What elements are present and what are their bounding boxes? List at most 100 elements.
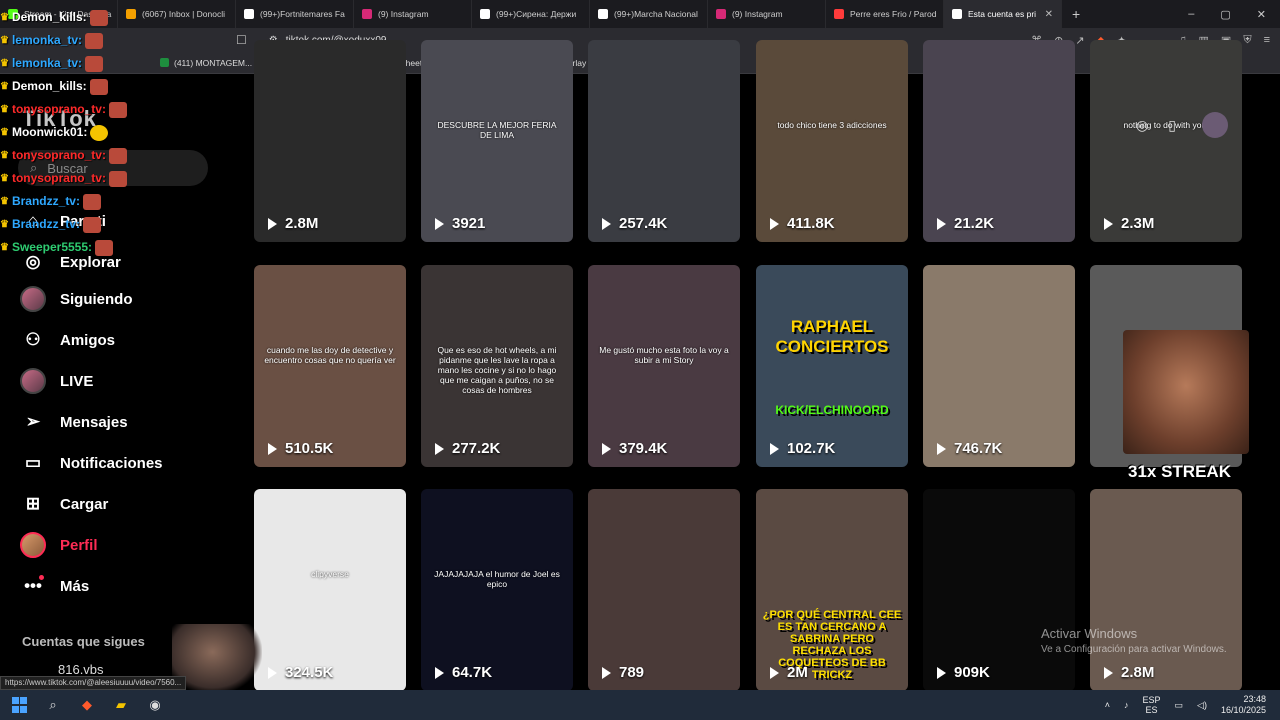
video-tag-text: KICK/ELCHINOORD [775, 403, 889, 417]
chat-username: Brandzz_tv: [11, 217, 80, 231]
chat-username: Moonwick01: [11, 125, 88, 139]
menu-icon[interactable]: ≡ [1264, 34, 1270, 47]
tray-chevron-icon[interactable]: ˄ [1105, 700, 1110, 710]
taskbar-search-icon[interactable]: ⌕ [44, 696, 62, 714]
video-card[interactable]: Que es eso de hot wheels, a mi pidanme q… [421, 265, 573, 467]
vpn-icon[interactable]: ⛨ [1243, 34, 1251, 47]
video-card[interactable]: todo chico tiene 3 adicciones 411.8K [756, 40, 908, 242]
app-download-icon[interactable]: ▯ [1168, 117, 1176, 134]
play-icon [770, 442, 779, 455]
video-card[interactable]: 909K [923, 489, 1075, 691]
video-card[interactable]: JAJAJAJAJA el humor de Joel es epico 64.7… [421, 489, 573, 691]
network-icon[interactable]: ▭ [1175, 700, 1184, 711]
plus-icon: ⊞ [25, 494, 41, 513]
chat-username: lemonka_tv: [11, 56, 82, 70]
clock[interactable]: 23:48 16/10/2025 [1221, 694, 1266, 716]
chat-message: ♛ Brandzz_tv: [0, 213, 160, 236]
clock-date: 16/10/2025 [1220, 705, 1266, 715]
bookmark-label: (411) MONTAGEM... [174, 57, 253, 68]
video-views: 324.5K [268, 664, 333, 681]
share-icon[interactable]: ↗ [1075, 34, 1084, 47]
view-count: 277.2K [452, 440, 501, 457]
close-tab-icon[interactable]: ✕ [1045, 9, 1053, 20]
play-icon [937, 666, 946, 679]
language-indicator[interactable]: ESP ES [1143, 695, 1161, 715]
video-views: 510.5K [268, 440, 333, 457]
browser-tab[interactable]: (9) Instagram [354, 0, 472, 28]
close-window-icon[interactable]: ✕ [1257, 8, 1266, 21]
file-explorer-icon[interactable]: ▰ [112, 696, 130, 714]
chat-username: tonysoprano_tv: [11, 148, 106, 162]
crown-badge-icon: ♛ [0, 58, 9, 69]
browser-tab[interactable]: Perre eres Frio / Parod [826, 0, 944, 28]
sidebar-item-notificaciones[interactable]: ▭ Notificaciones [20, 450, 163, 476]
bookmark-item[interactable]: (411) MONTAGEM... [160, 58, 252, 68]
following-account-item[interactable]: 816.vbs [58, 662, 104, 677]
minimize-icon[interactable]: – [1188, 8, 1194, 21]
video-card[interactable]: 789 [588, 489, 740, 691]
video-caption: DESCUBRE LA MEJOR FERIA DE LIMA [437, 120, 557, 140]
video-card[interactable]: 746.7K [923, 265, 1075, 467]
video-card[interactable]: 257.4K [588, 40, 740, 242]
tab-favicon-icon [598, 9, 608, 19]
video-card[interactable]: DESCUBRE LA MEJOR FERIA DE LIMA 3921 [421, 40, 573, 242]
video-views: 2.8M [1104, 664, 1154, 681]
volume-icon[interactable]: ◁) [1197, 700, 1207, 711]
tab-favicon-icon [244, 9, 254, 19]
microphone-icon[interactable]: ♪ [1124, 700, 1129, 710]
video-card[interactable]: 2.8M [254, 40, 406, 242]
video-card[interactable]: 21.2K [923, 40, 1075, 242]
browser-tab[interactable]: (99+)Fortnitemares Fa [236, 0, 354, 28]
activate-windows-watermark: Activar Windows Ve a Configuración para … [1041, 626, 1227, 655]
more-icon: ••• [20, 573, 46, 599]
browser-tab[interactable]: Esta cuenta es pri ✕ [944, 0, 1062, 28]
video-caption: cuando me las doy de detective y encuent… [264, 345, 396, 365]
browser-tab-bar: + – ▢ ✕ Stream - Kick Dashboa (6067) Inbo… [0, 0, 1280, 28]
sidebar-item-mensajes[interactable]: ➢ Mensajes [20, 409, 128, 435]
get-coins-icon[interactable]: ◎ [1136, 117, 1148, 134]
video-card[interactable]: 2.8M [1090, 489, 1242, 691]
new-tab-button[interactable]: + [1062, 6, 1090, 22]
brave-browser-icon[interactable]: ◆ [78, 696, 96, 714]
activate-title: Activar Windows [1041, 626, 1138, 641]
maximize-icon[interactable]: ▢ [1220, 8, 1230, 21]
video-card[interactable]: nothing to do with you. 2.3M [1090, 40, 1242, 242]
sidebar-item-siguiendo[interactable]: Siguiendo [20, 286, 133, 312]
tab-title: (9) Instagram [732, 9, 783, 19]
chat-emote-icon [108, 147, 127, 164]
video-card[interactable]: cuando me las doy de detective y encuent… [254, 265, 406, 467]
sidebar-item-perfil[interactable]: Perfil [20, 532, 98, 558]
view-count: 2M [787, 664, 808, 681]
video-card[interactable]: ¿POR QUÉ CENTRAL CEE ES TAN CERCANO A SA… [756, 489, 908, 691]
sidebar-item-cargar[interactable]: ⊞ Cargar [20, 491, 108, 517]
video-views: 789 [602, 664, 644, 681]
sidebar-item-label: Cargar [60, 495, 109, 513]
video-card[interactable]: RAPHAEL CONCIERTOS KICK/ELCHINOORD 102.7K [756, 265, 908, 467]
sidebar-item-más[interactable]: ••• Más [20, 573, 89, 599]
app-icon[interactable]: ◉ [146, 696, 164, 714]
following-accounts-title: Cuentas que sigues [22, 634, 145, 649]
browser-tab[interactable]: (99+)Сирена: Держи [472, 0, 590, 28]
chat-message: ♛ Sweeper5555: [0, 236, 160, 259]
user-avatar[interactable] [1201, 112, 1228, 138]
crown-badge-icon: ♛ [0, 35, 9, 46]
chat-emote-icon [82, 216, 101, 233]
browser-tab[interactable]: (9) Instagram [708, 0, 826, 28]
browser-tab[interactable]: (99+)Marcha Nacional [590, 0, 708, 28]
tab-title: Perre eres Frio / Parod [850, 9, 937, 19]
chat-emote-icon [85, 32, 103, 49]
video-card[interactable]: Me gustó mucho esta foto la voy a subir … [588, 265, 740, 467]
start-button[interactable] [10, 696, 28, 714]
video-card[interactable]: clipyverse 324.5K [254, 489, 406, 691]
sidebar-item-live[interactable]: LIVE [20, 368, 93, 394]
crown-badge-icon: ♛ [0, 12, 9, 23]
play-icon [268, 217, 277, 230]
sidebar-item-amigos[interactable]: ⚇ Amigos [20, 327, 115, 353]
crown-badge-icon: ♛ [0, 242, 9, 253]
view-count: 510.5K [285, 440, 334, 457]
video-views: 2.3M [1104, 215, 1154, 232]
video-views: 3921 [435, 215, 485, 232]
tiktok-top-icons: ◎ ▯ [1136, 112, 1228, 138]
view-count: 411.8K [787, 215, 835, 232]
bookmark-icon[interactable]: ☐ [236, 33, 247, 47]
